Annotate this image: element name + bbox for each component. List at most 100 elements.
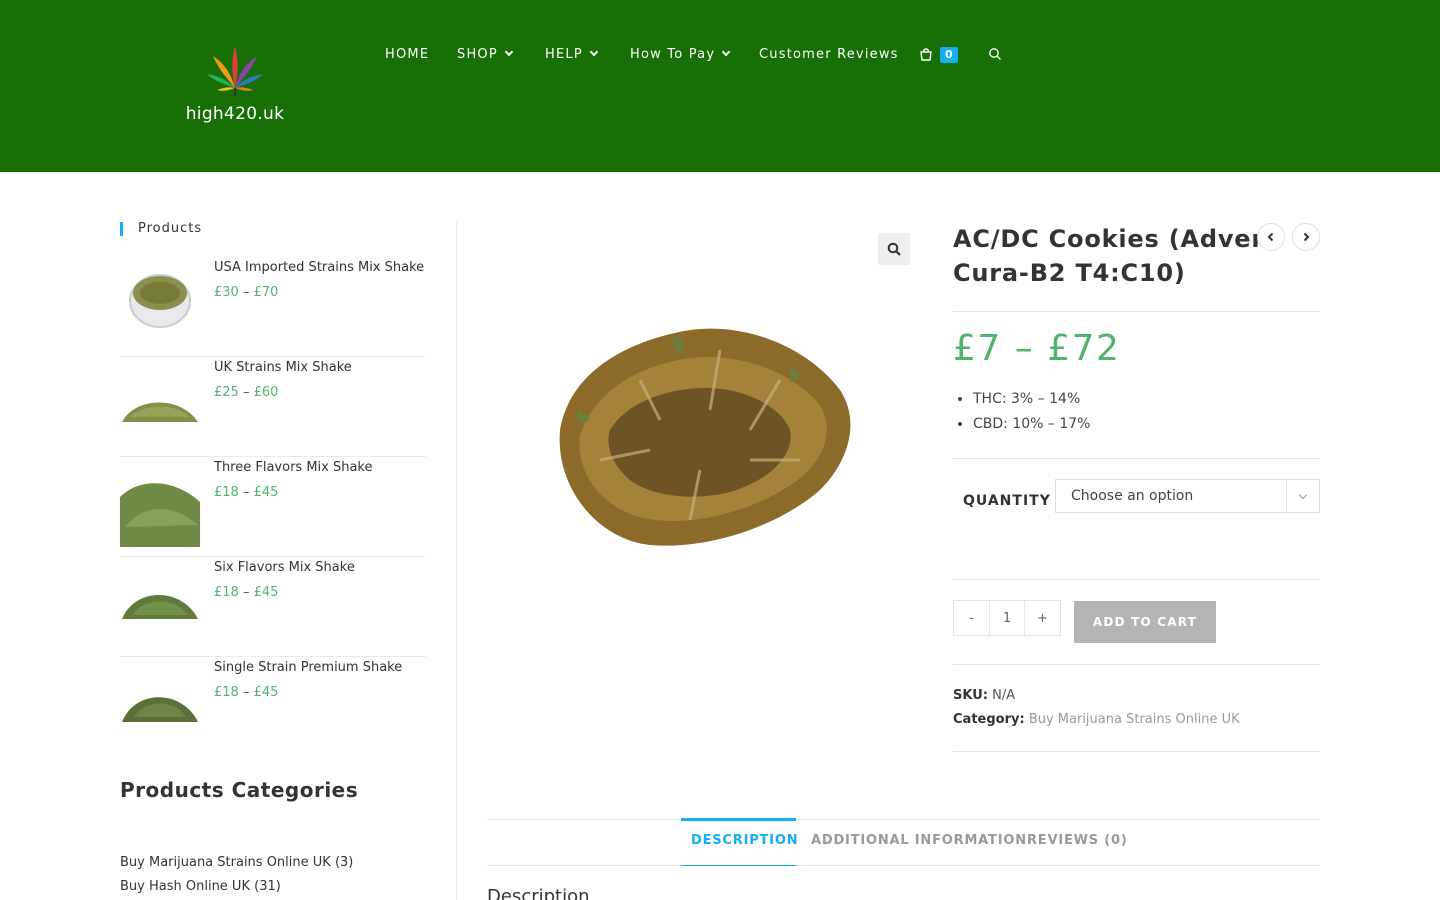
product-main-image[interactable] bbox=[540, 310, 870, 560]
tab-additional-information[interactable]: ADDITIONAL INFORMATION bbox=[811, 833, 1027, 848]
categories-widget-title: Products Categories bbox=[120, 778, 359, 802]
quantity-decrease-button[interactable]: - bbox=[954, 601, 990, 635]
category-link[interactable]: Buy Marijuana Strains Online UK (3) bbox=[120, 855, 353, 879]
zoom-button[interactable] bbox=[878, 233, 910, 265]
sku-value: N/A bbox=[992, 688, 1016, 703]
magnifier-icon bbox=[887, 242, 901, 256]
next-product-button[interactable] bbox=[1292, 223, 1320, 251]
price-dash: – bbox=[242, 285, 250, 300]
category-label[interactable]: Buy Marijuana Strains Online UK bbox=[120, 855, 331, 870]
product-price: £18 – £45 bbox=[214, 485, 278, 500]
divider bbox=[953, 751, 1320, 752]
price-high: £45 bbox=[253, 585, 279, 600]
product-thumbnail[interactable] bbox=[120, 467, 200, 547]
product-thumbnail[interactable] bbox=[120, 257, 200, 337]
list-item[interactable]: USA Imported Strains Mix Shake £30 – £70 bbox=[120, 257, 426, 357]
divider bbox=[953, 311, 1320, 312]
nav-customer-reviews[interactable]: Customer Reviews bbox=[759, 44, 899, 64]
price-dash: – bbox=[242, 685, 250, 700]
product-thumbnail[interactable] bbox=[120, 367, 200, 447]
quantity-stepper: - 1 + bbox=[953, 600, 1061, 636]
product-thumbnail[interactable] bbox=[120, 667, 200, 747]
product-title: AC/DC Cookies (Advent Cura-B2 T4:C10) bbox=[953, 222, 1258, 290]
price-low: £18 bbox=[214, 685, 239, 700]
product-price: £30 – £70 bbox=[214, 285, 278, 300]
quantity-variation-select[interactable]: Choose an option bbox=[1055, 479, 1320, 513]
list-item[interactable]: Six Flavors Mix Shake £18 – £45 bbox=[120, 557, 426, 657]
sidebar-divider bbox=[456, 222, 457, 900]
category-label: Category: bbox=[953, 712, 1025, 727]
chevron-right-icon bbox=[1303, 232, 1310, 242]
price-low: £30 bbox=[214, 285, 239, 300]
divider bbox=[953, 579, 1320, 580]
product-name[interactable]: UK Strains Mix Shake bbox=[214, 360, 352, 375]
price-dash: – bbox=[242, 585, 250, 600]
add-to-cart-button[interactable]: ADD TO CART bbox=[1074, 601, 1216, 643]
tabs-top-border bbox=[487, 819, 1320, 820]
product-category: Category: Buy Marijuana Strains Online U… bbox=[953, 712, 1240, 727]
description-heading: Description bbox=[487, 886, 590, 900]
price-low: £18 bbox=[214, 485, 239, 500]
cannabis-leaf-logo-icon bbox=[207, 46, 263, 96]
price-high: £45 bbox=[253, 485, 279, 500]
product-attributes: THC: 3% – 14% CBD: 10% – 17% bbox=[973, 391, 1090, 441]
price-dash: – bbox=[242, 485, 250, 500]
price-high: £70 bbox=[253, 285, 279, 300]
search-icon[interactable] bbox=[988, 46, 1002, 65]
product-name[interactable]: Single Strain Premium Shake bbox=[214, 660, 402, 675]
nav-help[interactable]: HELP bbox=[545, 44, 599, 64]
category-count: (31) bbox=[254, 879, 281, 894]
category-label[interactable]: Buy Hash Online UK bbox=[120, 879, 250, 894]
category-link[interactable]: Buy Hash Online UK (31) bbox=[120, 879, 353, 900]
select-value: Choose an option bbox=[1071, 488, 1194, 504]
chevron-left-icon bbox=[1267, 232, 1274, 242]
site-logo[interactable]: high420.uk bbox=[180, 44, 290, 124]
product-price: £18 – £45 bbox=[214, 585, 278, 600]
cart-count-badge[interactable]: 0 bbox=[940, 47, 958, 63]
nav-shop[interactable]: SHOP bbox=[457, 44, 514, 64]
previous-product-button[interactable] bbox=[1257, 223, 1285, 251]
chevron-down-icon bbox=[504, 47, 514, 57]
product-name[interactable]: Six Flavors Mix Shake bbox=[214, 560, 355, 575]
divider bbox=[953, 458, 1320, 459]
logo-text: high420.uk bbox=[185, 104, 285, 124]
shopping-bag-icon[interactable] bbox=[919, 46, 933, 65]
product-title-line-2: Cura-B2 T4:C10) bbox=[953, 259, 1186, 287]
product-sku: SKU: N/A bbox=[953, 688, 1015, 703]
list-item[interactable]: Single Strain Premium Shake £18 – £45 bbox=[120, 657, 426, 757]
product-thumbnail[interactable] bbox=[120, 567, 200, 647]
list-item[interactable]: UK Strains Mix Shake £25 – £60 bbox=[120, 357, 426, 457]
select-divider bbox=[1286, 480, 1287, 512]
chevron-down-icon bbox=[721, 47, 731, 57]
attribute-cbd: CBD: 10% – 17% bbox=[973, 416, 1090, 441]
tabs-bottom-border bbox=[487, 865, 1320, 866]
quantity-label: QUANTITY bbox=[963, 493, 1051, 509]
categories-list: Buy Marijuana Strains Online UK (3) Buy … bbox=[120, 855, 353, 900]
nav-home-label: HOME bbox=[385, 46, 430, 62]
site-header: high420.uk HOME SHOP HELP How To Pay Cus… bbox=[0, 0, 1440, 172]
quantity-input[interactable]: 1 bbox=[990, 601, 1025, 635]
chevron-down-icon bbox=[589, 47, 599, 57]
nav-help-label: HELP bbox=[545, 46, 583, 62]
price-low: £18 bbox=[214, 585, 239, 600]
nav-how-to-pay[interactable]: How To Pay bbox=[630, 44, 731, 64]
price-low: £25 bbox=[214, 385, 239, 400]
price-dash: – bbox=[242, 385, 250, 400]
nav-customer-reviews-label: Customer Reviews bbox=[759, 46, 899, 62]
nav-home[interactable]: HOME bbox=[385, 44, 429, 64]
price-high: £45 bbox=[253, 685, 279, 700]
sidebar: Products USA Imported Strains Mix Shake … bbox=[120, 222, 426, 894]
product-price: £25 – £60 bbox=[214, 385, 278, 400]
product-name[interactable]: USA Imported Strains Mix Shake bbox=[214, 260, 424, 275]
product-name[interactable]: Three Flavors Mix Shake bbox=[214, 460, 373, 475]
tab-reviews[interactable]: REVIEWS (0) bbox=[1027, 833, 1128, 848]
products-widget-title: Products bbox=[120, 222, 426, 236]
product-price-range: £7 – £72 bbox=[953, 328, 1121, 369]
category-link[interactable]: Buy Marijuana Strains Online UK bbox=[1029, 712, 1240, 727]
nav-shop-label: SHOP bbox=[457, 46, 498, 62]
nav-how-to-pay-label: How To Pay bbox=[630, 46, 716, 62]
attribute-thc: THC: 3% – 14% bbox=[973, 391, 1090, 416]
tab-description[interactable]: DESCRIPTION bbox=[691, 833, 798, 848]
quantity-increase-button[interactable]: + bbox=[1025, 601, 1060, 635]
list-item[interactable]: Three Flavors Mix Shake £18 – £45 bbox=[120, 457, 426, 557]
